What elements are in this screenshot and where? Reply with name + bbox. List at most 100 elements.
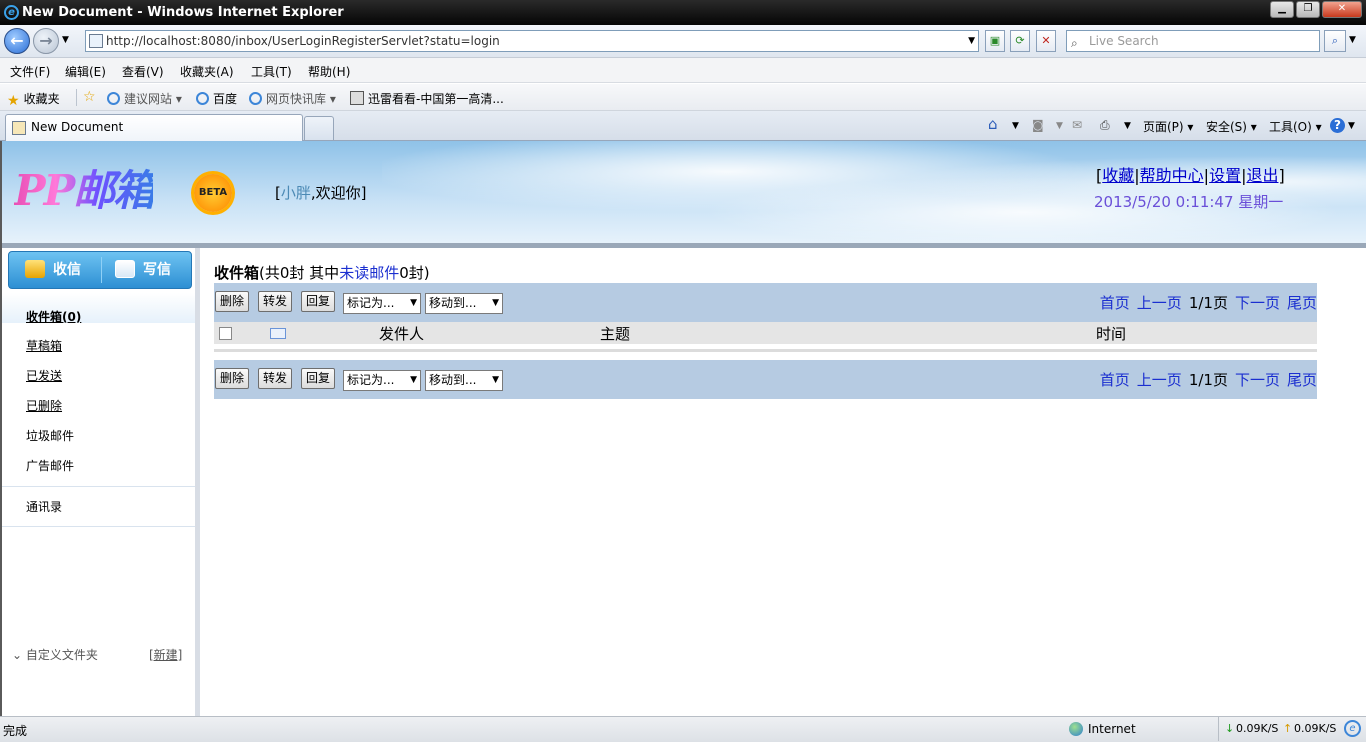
- reply-button[interactable]: 回复: [301, 368, 335, 389]
- home-icon[interactable]: ⌂: [988, 115, 998, 133]
- close-window-button[interactable]: ✕: [1322, 1, 1362, 18]
- new-tab-button[interactable]: [304, 116, 334, 140]
- bottom-toolbar: 删除 转发 回复 标记为...▼ 移动到...▼ 首页上一页1/1页下一页尾页: [214, 360, 1317, 399]
- page-menu[interactable]: 页面(P) ▾: [1143, 118, 1193, 135]
- navigation-bar: ← → ▼ http://localhost:8080/inbox/UserLo…: [0, 25, 1366, 58]
- star-icon: ★: [7, 94, 20, 108]
- search-button[interactable]: ⌕: [1324, 30, 1346, 52]
- select-all-checkbox[interactable]: [219, 327, 232, 340]
- first-page-link[interactable]: 首页: [1100, 371, 1130, 389]
- add-favorite-icon[interactable]: ☆: [83, 89, 96, 105]
- print-icon[interactable]: ⎙: [1100, 118, 1110, 133]
- prev-page-link[interactable]: 上一页: [1137, 371, 1182, 389]
- delete-button[interactable]: 删除: [215, 291, 249, 312]
- fav-baidu[interactable]: 百度: [196, 90, 237, 107]
- column-subject[interactable]: 主题: [600, 323, 630, 344]
- print-dropdown-icon[interactable]: ▼: [1124, 121, 1131, 131]
- forward-mail-button[interactable]: 转发: [258, 368, 292, 389]
- column-sender[interactable]: 发件人: [379, 323, 424, 344]
- tab-new-document[interactable]: New Document: [5, 114, 303, 141]
- pp-mail-logo: PP邮箱: [14, 163, 204, 223]
- column-time[interactable]: 时间: [1096, 323, 1126, 344]
- help-center-link[interactable]: 帮助中心: [1140, 166, 1204, 185]
- menu-bar: 文件(F) 编辑(E) 查看(V) 收藏夹(A) 工具(T) 帮助(H): [0, 58, 1366, 83]
- move-to-select[interactable]: 移动到...▼: [425, 293, 503, 314]
- menu-view[interactable]: 查看(V): [122, 63, 164, 80]
- folder-sent[interactable]: 已发送: [26, 367, 62, 384]
- menu-edit[interactable]: 编辑(E): [65, 63, 106, 80]
- fav-xunlei[interactable]: 迅雷看看-中国第一高清...: [350, 90, 504, 107]
- folder-spam[interactable]: 垃圾邮件: [26, 427, 74, 444]
- folder-deleted[interactable]: 已删除: [26, 397, 62, 414]
- receive-button[interactable]: 收信: [25, 252, 81, 288]
- next-page-link[interactable]: 下一页: [1235, 371, 1280, 389]
- maximize-button[interactable]: ❐: [1296, 1, 1320, 18]
- home-dropdown-icon[interactable]: ▼: [1012, 121, 1019, 131]
- folder-ads[interactable]: 广告邮件: [26, 457, 74, 474]
- globe-icon: [1069, 722, 1083, 736]
- page-indicator: 1/1页: [1189, 294, 1228, 312]
- fav-item-label: 建议网站: [124, 92, 172, 106]
- unread-mail-link[interactable]: 未读邮件: [339, 264, 399, 282]
- last-page-link[interactable]: 尾页: [1287, 294, 1317, 312]
- search-options-icon[interactable]: ▼: [1349, 35, 1356, 45]
- contacts-link[interactable]: 通讯录: [26, 498, 62, 515]
- folder-drafts[interactable]: 草稿箱: [26, 337, 62, 354]
- settings-link[interactable]: 设置: [1209, 166, 1241, 185]
- next-page-link[interactable]: 下一页: [1235, 294, 1280, 312]
- favorite-link[interactable]: 收藏: [1102, 166, 1134, 185]
- tools-menu[interactable]: 工具(O) ▾: [1269, 118, 1322, 135]
- username: 小胖: [281, 184, 311, 202]
- prev-page-link[interactable]: 上一页: [1137, 294, 1182, 312]
- compatibility-icon[interactable]: ▣: [985, 30, 1005, 52]
- menu-favorites[interactable]: 收藏夹(A): [180, 63, 234, 80]
- mark-as-select[interactable]: 标记为...▼: [343, 370, 421, 391]
- ie-status-icon[interactable]: e: [1344, 720, 1361, 737]
- mark-as-select[interactable]: 标记为...▼: [343, 293, 421, 314]
- help-dropdown-icon[interactable]: ▼: [1348, 121, 1355, 131]
- favorites-button[interactable]: ★收藏夹: [7, 90, 60, 108]
- back-button[interactable]: ←: [4, 28, 30, 54]
- logout-link[interactable]: 退出: [1246, 166, 1278, 185]
- safety-menu-label: 安全(S): [1206, 120, 1247, 134]
- welcome-text: ,欢迎你]: [311, 184, 367, 202]
- menu-help[interactable]: 帮助(H): [308, 63, 350, 80]
- menu-file[interactable]: 文件(F): [10, 63, 50, 80]
- page-icon: [89, 34, 103, 48]
- new-folder-link[interactable]: [新建]: [149, 646, 182, 663]
- top-links: [收藏|帮助中心|设置|退出]: [1096, 162, 1285, 186]
- folder-inbox[interactable]: 收件箱(0): [26, 308, 81, 325]
- fav-item-label: 百度: [213, 92, 237, 106]
- fav-suggested-sites[interactable]: 建议网站 ▾: [107, 90, 182, 107]
- stop-icon[interactable]: ✕: [1036, 30, 1056, 52]
- delete-button[interactable]: 删除: [215, 368, 249, 389]
- page-content: PP邮箱 BETA [小胖,欢迎你] [收藏|帮助中心|设置|退出] 2013/…: [0, 141, 1366, 716]
- compose-button[interactable]: 写信: [115, 252, 171, 288]
- mail-icon[interactable]: ✉: [1072, 118, 1082, 132]
- history-dropdown-icon[interactable]: ▼: [62, 35, 69, 45]
- help-icon[interactable]: ?: [1330, 118, 1345, 133]
- move-to-value: 移动到...: [429, 296, 476, 310]
- refresh-icon[interactable]: ⟳: [1010, 30, 1030, 52]
- receive-label: 收信: [53, 262, 81, 278]
- feeds-icon[interactable]: ◙: [1032, 118, 1044, 132]
- move-to-select[interactable]: 移动到...▼: [425, 370, 503, 391]
- first-page-link[interactable]: 首页: [1100, 294, 1130, 312]
- feeds-dropdown-icon[interactable]: ▼: [1056, 121, 1063, 131]
- forward-button[interactable]: →: [33, 28, 59, 54]
- search-input[interactable]: ⌕ Live Search: [1066, 30, 1320, 52]
- reply-button[interactable]: 回复: [301, 291, 335, 312]
- forward-mail-button[interactable]: 转发: [258, 291, 292, 312]
- inbox-title: 收件箱(共0封 其中未读邮件0封): [214, 262, 430, 283]
- safety-menu[interactable]: 安全(S) ▾: [1206, 118, 1257, 135]
- ie-page-icon: [196, 92, 209, 105]
- last-page-link[interactable]: 尾页: [1287, 371, 1317, 389]
- address-bar[interactable]: http://localhost:8080/inbox/UserLoginReg…: [85, 30, 979, 52]
- custom-folders-label: 自定义文件夹: [26, 648, 98, 662]
- status-text: 完成: [3, 722, 27, 739]
- fav-web-slice-gallery[interactable]: 网页快讯库 ▾: [249, 90, 336, 107]
- minimize-button[interactable]: ▁: [1270, 1, 1294, 18]
- chevron-down-icon[interactable]: ⌄: [12, 648, 22, 662]
- menu-tools[interactable]: 工具(T): [251, 63, 292, 80]
- address-dropdown-icon[interactable]: ▼: [968, 31, 975, 51]
